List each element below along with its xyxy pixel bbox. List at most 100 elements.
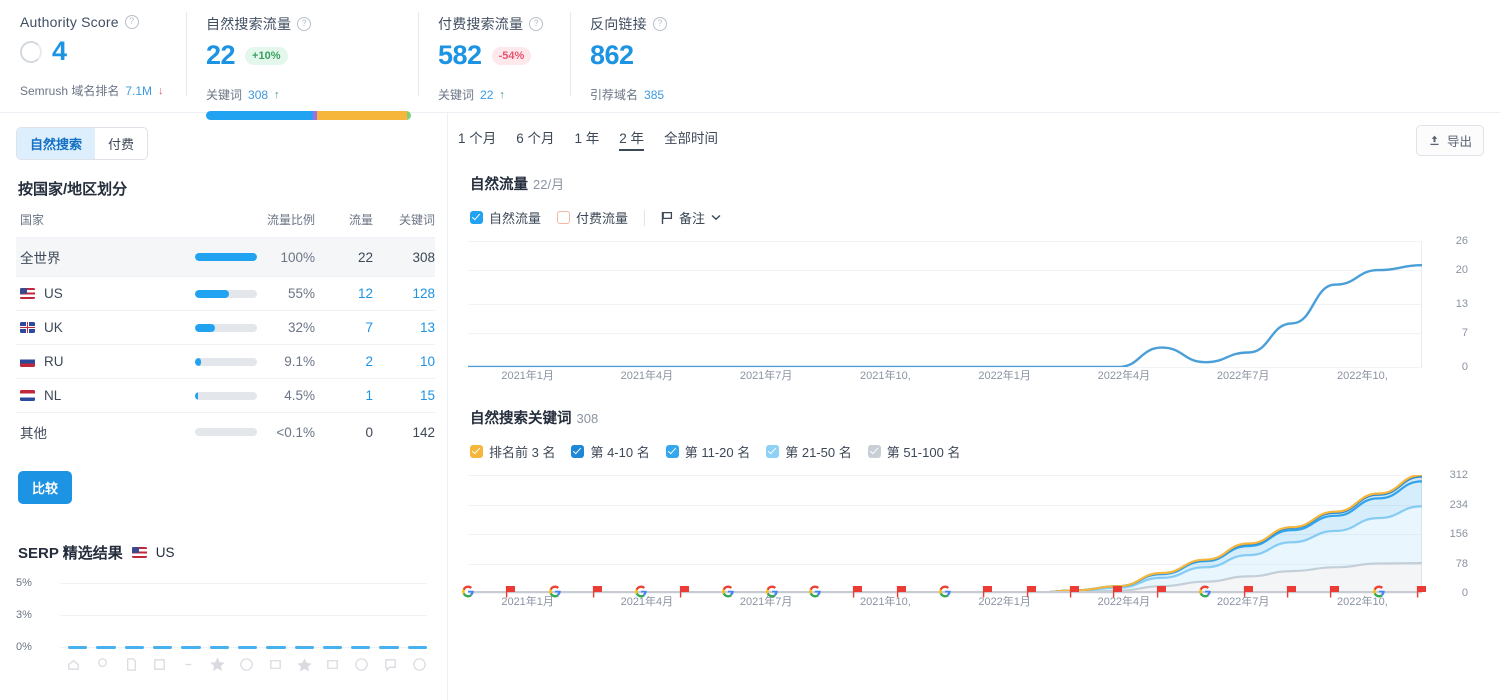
x-tick-label: 2022年10, (1337, 593, 1388, 609)
checkbox-rank-0[interactable] (470, 445, 483, 458)
right-panel: 1 个月6 个月1 年2 年全部时间 导出 自然流量22/月 自然流量 付费流量 (448, 113, 1500, 700)
table-row[interactable]: 全世界100%22308 (16, 238, 435, 277)
metric-value: 4 (52, 38, 67, 65)
cell-traffic[interactable]: 12 (315, 277, 373, 311)
legend-item-organic[interactable]: 自然流量 (470, 208, 541, 227)
legend-item-2[interactable]: 第 11-20 名 (666, 442, 751, 461)
cell-traffic-share-bar (161, 311, 257, 345)
period-6个月[interactable]: 6 个月 (516, 127, 554, 151)
metric-backlinks: 反向链接 ? 862 引荐域名 385 (570, 8, 740, 112)
table-row[interactable]: US55%12128 (16, 277, 435, 311)
star-icon[interactable] (210, 657, 225, 672)
chart1-xaxis: 2021年1月2021年4月2021年7月2021年10,2022年1月2022… (468, 367, 1422, 389)
metric-organic-traffic: 自然搜索流量 ? 22 +10% 关键词 308 ↑ (186, 8, 418, 112)
help-circle-icon[interactable]: ? (529, 17, 543, 31)
video-box-icon[interactable] (268, 657, 283, 672)
cell-traffic-share: 4.5% (257, 379, 315, 413)
serp-chart: 5% 3% 0% (16, 579, 435, 651)
period-2年[interactable]: 2 年 (619, 127, 644, 151)
sub-value[interactable]: 22 (480, 88, 493, 102)
legend-item-4[interactable]: 第 51-100 名 (868, 442, 961, 461)
export-button[interactable]: 导出 (1416, 125, 1484, 156)
shopping-icon[interactable] (66, 657, 81, 672)
sub-value[interactable]: 308 (248, 88, 268, 102)
keyword-distribution-bar (206, 111, 411, 120)
cell-keywords[interactable]: 128 (373, 277, 435, 311)
country-name: UK (44, 320, 63, 335)
metric-change-badge: +10% (245, 47, 287, 65)
sub-value[interactable]: 385 (644, 88, 664, 102)
document-icon[interactable] (124, 657, 139, 672)
checkbox-rank-3[interactable] (766, 445, 779, 458)
x-tick-label: 2021年10, (860, 367, 911, 383)
y-tick-label: 0 (1462, 361, 1468, 373)
chart2-subtitle: 308 (577, 411, 599, 426)
period-1个月[interactable]: 1 个月 (458, 127, 496, 151)
y-tick-label: 234 (1450, 499, 1468, 511)
legend-item-0[interactable]: 排名前 3 名 (470, 442, 555, 461)
cell-keywords[interactable]: 13 (373, 311, 435, 345)
notes-dropdown[interactable]: 备注 (661, 208, 721, 227)
metric-label: 反向链接 (590, 14, 647, 34)
traffic-share-bar (195, 428, 257, 436)
notes-label: 备注 (679, 208, 705, 227)
image-icon[interactable] (325, 657, 340, 672)
help-circle-icon[interactable]: ? (297, 17, 311, 31)
play-circle-icon[interactable] (239, 657, 254, 672)
serp-ytick: 0% (16, 641, 32, 653)
table-row[interactable]: 其他<0.1%0142 (16, 413, 435, 452)
serp-feature-icons (66, 657, 427, 672)
question-circle-icon[interactable] (412, 657, 427, 672)
serp-dash (295, 646, 314, 649)
serp-features-title: SERP 精选结果 US (18, 542, 435, 563)
table-row[interactable]: NL4.5%115 (16, 379, 435, 413)
help-circle-icon[interactable]: ? (125, 15, 139, 29)
sub-label: 关键词 (438, 86, 474, 103)
cell-keywords[interactable]: 10 (373, 345, 435, 379)
left-panel: 自然搜索付费 按国家/地区划分 国家 流量比例 流量 关键词 全世界100%22… (0, 113, 448, 700)
cell-keywords[interactable]: 15 (373, 379, 435, 413)
badge-star-icon[interactable] (297, 657, 312, 672)
checkbox-organic[interactable] (470, 211, 483, 224)
period-全部时间[interactable]: 全部时间 (664, 127, 718, 151)
x-tick-label: 2022年4月 (1098, 367, 1151, 383)
cell-traffic[interactable]: 7 (315, 311, 373, 345)
compare-button[interactable]: 比较 (18, 471, 72, 504)
legend-item-1[interactable]: 第 4-10 名 (571, 442, 649, 461)
checkbox-paid[interactable] (557, 211, 570, 224)
period-1年[interactable]: 1 年 (575, 127, 600, 151)
sub-value[interactable]: 7.1M (125, 84, 152, 98)
x-tick-label: 2021年4月 (621, 367, 674, 383)
tab-paid[interactable]: 付费 (95, 128, 147, 159)
comment-icon[interactable] (383, 657, 398, 672)
table-row[interactable]: RU9.1%210 (16, 345, 435, 379)
cell-traffic-share: 100% (257, 238, 315, 277)
serp-title-text: SERP 精选结果 (18, 542, 123, 563)
cell-traffic-share-bar (161, 277, 257, 311)
legend-item-paid[interactable]: 付费流量 (557, 208, 628, 227)
cell-traffic[interactable]: 1 (315, 379, 373, 413)
table-row[interactable]: UK32%713 (16, 311, 435, 345)
link-icon[interactable] (181, 657, 196, 672)
flag-icon (661, 211, 673, 225)
checkbox-rank-4[interactable] (868, 445, 881, 458)
metric-title: Authority Score ? (20, 14, 166, 30)
image-box-icon[interactable] (152, 657, 167, 672)
circle-play-icon[interactable] (354, 657, 369, 672)
legend-item-3[interactable]: 第 21-50 名 (766, 442, 851, 461)
location-pin-icon[interactable] (95, 657, 110, 672)
serp-dash (125, 646, 144, 649)
cell-traffic[interactable]: 2 (315, 345, 373, 379)
period-selector[interactable]: 1 个月 6 个月 1 年 2 年全部时间 (458, 127, 1484, 151)
checkbox-rank-1[interactable] (571, 445, 584, 458)
x-tick-label: 2022年10, (1337, 367, 1388, 383)
y-tick-label: 26 (1456, 235, 1468, 247)
cell-country: US (16, 277, 161, 311)
cell-traffic-share-bar (161, 345, 257, 379)
x-tick-label: 2021年1月 (501, 367, 554, 383)
tab-organic[interactable]: 自然搜索 (17, 128, 95, 159)
checkbox-rank-2[interactable] (666, 445, 679, 458)
help-circle-icon[interactable]: ? (653, 17, 667, 31)
cell-traffic-share-bar (161, 238, 257, 277)
search-type-tabs[interactable]: 自然搜索付费 (16, 127, 148, 160)
